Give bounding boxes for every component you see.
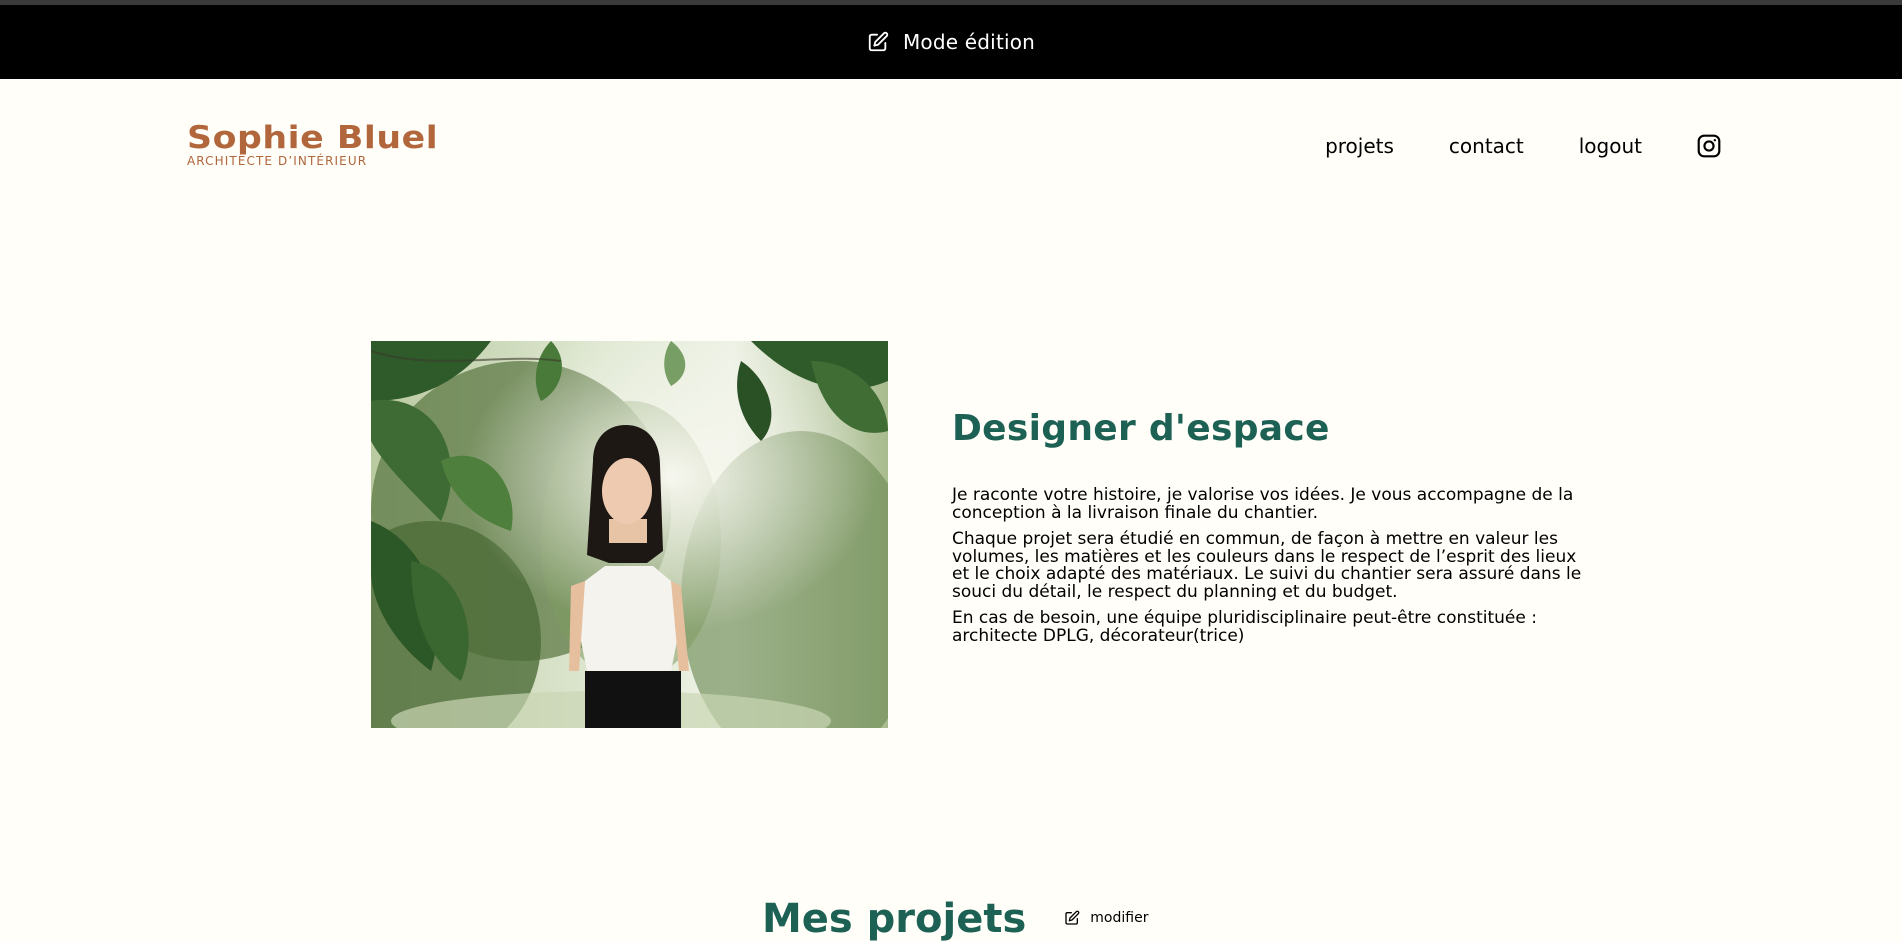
nav-link-contact[interactable]: contact	[1449, 134, 1524, 158]
about-paragraph: En cas de besoin, une équipe pluridiscip…	[952, 608, 1537, 646]
about-section: Designer d'espace Je raconte votre histo…	[952, 408, 1592, 645]
architect-portrait-photo	[371, 341, 888, 728]
about-paragraph: Chaque projet sera étudié en commun, de …	[952, 529, 1582, 602]
site-header: Sophie Bluel ARCHITECTE D’INTÉRIEUR proj…	[0, 79, 1902, 209]
nav-link-projets[interactable]: projets	[1325, 134, 1394, 158]
about-paragraph: Je raconte votre histoire, je valorise v…	[952, 485, 1574, 523]
edit-mode-label: Mode édition	[902, 30, 1036, 54]
site-logo[interactable]: Sophie Bluel ARCHITECTE D’INTÉRIEUR	[187, 123, 438, 169]
main-nav: projets contact logout	[1270, 133, 1722, 159]
modify-projects-button[interactable]: modifier	[1064, 910, 1148, 926]
about-title: Designer d'espace	[952, 408, 1330, 449]
edit-icon	[1065, 910, 1080, 925]
logo-name: Sophie Bluel	[187, 120, 439, 156]
projects-title: Mes projets	[762, 896, 1027, 942]
edit-mode-banner[interactable]: Mode édition	[0, 5, 1902, 79]
edit-icon	[868, 31, 889, 52]
nav-link-logout[interactable]: logout	[1579, 134, 1642, 158]
logo-subtitle: ARCHITECTE D’INTÉRIEUR	[187, 154, 368, 168]
modify-label: modifier	[1090, 910, 1149, 926]
instagram-icon[interactable]	[1696, 133, 1722, 159]
projects-header: Mes projets modifier	[762, 896, 1148, 942]
